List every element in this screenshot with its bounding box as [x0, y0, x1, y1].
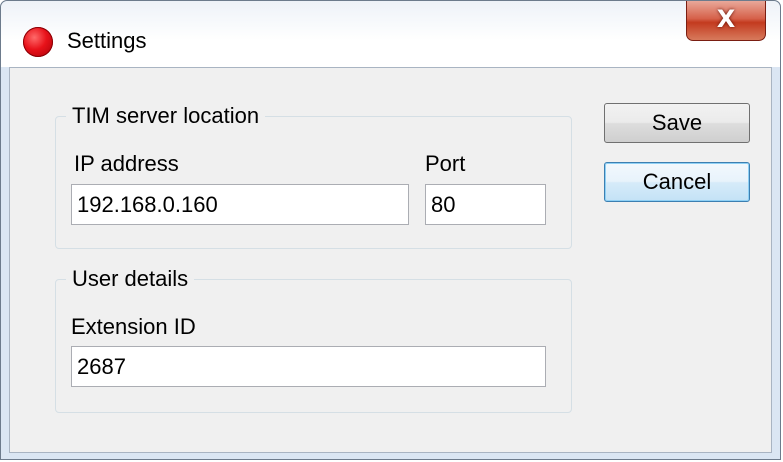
red-circle-icon [23, 27, 53, 57]
user-details-legend: User details [66, 265, 195, 293]
tim-server-location-group: TIM server location [55, 102, 572, 249]
settings-window: Settings X TIM server location IP addres… [0, 0, 781, 460]
extension-id-label: Extension ID [71, 314, 196, 339]
port-input[interactable] [425, 184, 546, 225]
ip-address-label: IP address [74, 151, 179, 176]
ip-address-input[interactable] [71, 184, 409, 225]
dialog-body: TIM server location IP address Port User… [9, 67, 772, 453]
title-bar[interactable]: Settings X [1, 1, 780, 67]
port-label: Port [425, 151, 466, 176]
close-button[interactable]: X [686, 1, 766, 41]
extension-id-input[interactable] [71, 346, 546, 387]
close-icon: X [716, 5, 736, 33]
cancel-button[interactable]: Cancel [604, 162, 750, 202]
window-title: Settings [67, 28, 147, 53]
save-button[interactable]: Save [604, 103, 750, 143]
tim-server-location-legend: TIM server location [66, 102, 266, 130]
